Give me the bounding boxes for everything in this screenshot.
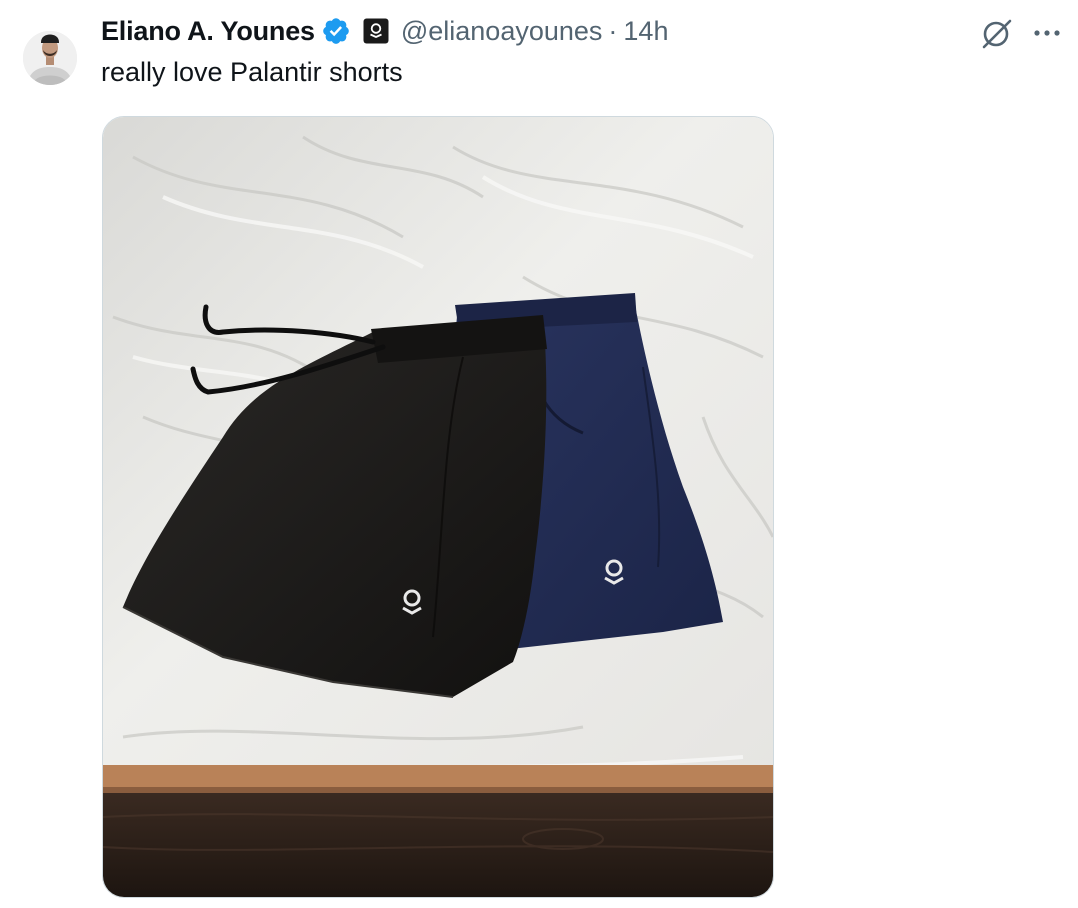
person-avatar-icon: [23, 31, 77, 85]
tweet-header: Eliano A. Younes @elianoayounes · 14h: [101, 12, 668, 50]
grok-slash-icon[interactable]: [980, 16, 1014, 50]
verified-badge-icon[interactable]: [321, 16, 351, 46]
tweet[interactable]: Eliano A. Younes @elianoayounes · 14h re…: [0, 0, 1078, 908]
tweet-photo[interactable]: [102, 116, 774, 898]
tweet-text: really love Palantir shorts: [101, 57, 403, 87]
more-dots-icon[interactable]: [1030, 16, 1064, 50]
affiliate-badge-icon[interactable]: [363, 18, 389, 44]
tweet-timestamp[interactable]: 14h: [623, 16, 668, 47]
separator-dot: ·: [608, 15, 618, 46]
author-avatar[interactable]: [23, 14, 77, 88]
author-handle[interactable]: @elianoayounes: [401, 16, 603, 47]
author-display-name[interactable]: Eliano A. Younes: [101, 16, 315, 47]
